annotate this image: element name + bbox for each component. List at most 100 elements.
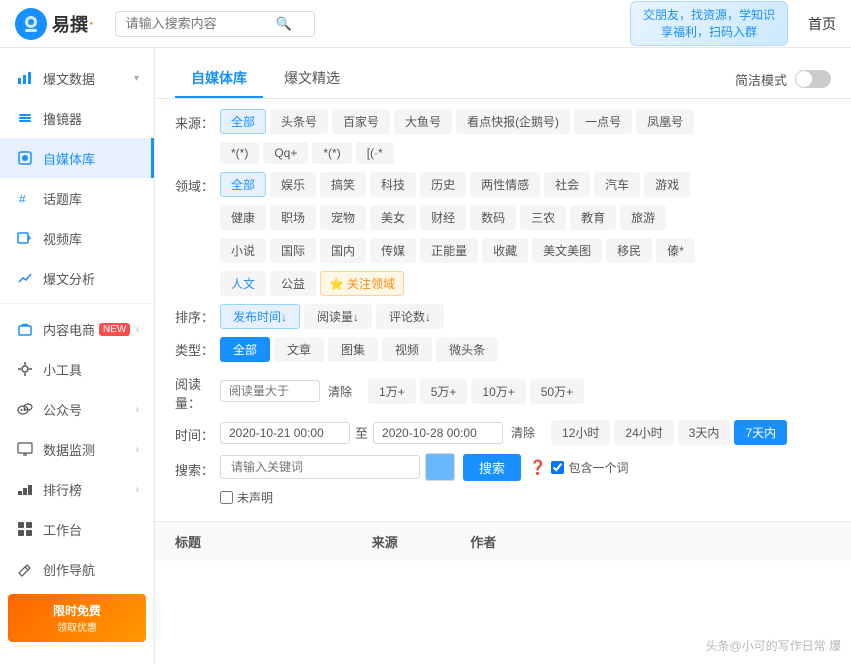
domain-filter-row: 领域： 全部 娱乐 搞笑 科技 历史 两性情感 社会 汽车 游戏: [175, 172, 831, 197]
domain-sm[interactable]: 数码: [470, 205, 516, 230]
source-tag-all[interactable]: 全部: [220, 109, 266, 134]
sidebar-item-tools[interactable]: 小工具: [0, 349, 154, 389]
type-btn-microtoutiao[interactable]: 微头条: [436, 337, 498, 362]
time-start-input[interactable]: [220, 422, 350, 444]
domain-xs[interactable]: 小说: [220, 238, 266, 263]
color-select[interactable]: [425, 453, 455, 481]
source-tag-r1[interactable]: *(*): [220, 142, 259, 164]
header-search-icon[interactable]: 🔍: [276, 16, 292, 32]
sort-btn-read[interactable]: 阅读量↓: [304, 304, 372, 329]
time-12h[interactable]: 12小时: [551, 420, 610, 445]
domain-cm[interactable]: 传媒: [370, 238, 416, 263]
domain-options-3: 小说 国际 国内 传媒 正能量 收藏 美文美图 移民 傣*: [220, 238, 831, 263]
domain-gy[interactable]: 公益: [270, 271, 316, 296]
main-layout: 爆文数据 ▾ 撸镜器 自媒体库 # 话题库: [0, 48, 851, 664]
sidebar-label-creation: 创作导航: [43, 560, 95, 579]
sidebar-label-baowendata: 爆文数据: [43, 69, 95, 88]
domain-tag-all[interactable]: 全部: [220, 172, 266, 197]
domain-sc[interactable]: 收藏: [482, 238, 528, 263]
time-7d[interactable]: 7天内: [734, 420, 787, 445]
undeclared-check[interactable]: 未声明: [220, 489, 273, 506]
sidebar-item-ranking[interactable]: 排行榜 ›: [0, 469, 154, 509]
domain-options: 全部 娱乐 搞笑 科技 历史 两性情感 社会 汽车 游戏: [220, 172, 831, 197]
read-clear-btn[interactable]: 清除: [320, 380, 360, 403]
read-5wan[interactable]: 5万+: [420, 379, 468, 404]
domain-gn[interactable]: 国内: [320, 238, 366, 263]
source-tag-kandian[interactable]: 看点快报(企鹅号): [456, 109, 570, 134]
sidebar-item-baowen[interactable]: 爆文分析: [0, 258, 154, 298]
domain-zny[interactable]: 正能量: [420, 238, 478, 263]
sidebar-item-ziweiti[interactable]: 自媒体库: [0, 138, 154, 178]
domain-tag-yule[interactable]: 娱乐: [270, 172, 316, 197]
sidebar-item-shipinku[interactable]: 视频库: [0, 218, 154, 258]
help-icon[interactable]: ❓: [529, 459, 546, 476]
sidebar-item-huatiku[interactable]: # 话题库: [0, 178, 154, 218]
sidebar-item-creation[interactable]: 创作导航: [0, 549, 154, 589]
type-btn-all[interactable]: 全部: [220, 337, 270, 362]
tab-baowenjingxuan[interactable]: 爆文精选: [268, 60, 356, 98]
source-tag-fenghuang[interactable]: 凤凰号: [636, 109, 694, 134]
sidebar-label-ziweiti: 自媒体库: [43, 149, 95, 168]
domain-tag-lishi[interactable]: 历史: [420, 172, 466, 197]
domain-rw[interactable]: 人文: [220, 271, 266, 296]
source-tag-r2[interactable]: Qq+: [263, 142, 308, 164]
type-label: 类型：: [175, 340, 220, 359]
domain-tag-shehui[interactable]: 社会: [544, 172, 590, 197]
sidebar-item-workspace[interactable]: 工作台: [0, 509, 154, 549]
time-clear-btn[interactable]: 清除: [503, 421, 543, 444]
source-tag-yidian[interactable]: 一点号: [574, 109, 632, 134]
attention-tag[interactable]: ⭐ 关注领域: [320, 271, 404, 296]
source-tag-toutiao[interactable]: 头条号: [270, 109, 328, 134]
header-search[interactable]: 🔍: [115, 11, 315, 37]
sidebar-item-ecommerce[interactable]: 内容电商 NEW ›: [0, 309, 154, 349]
domain-jk[interactable]: 健康: [220, 205, 266, 230]
simple-mode-toggle[interactable]: 简洁模式: [735, 70, 831, 89]
sort-btn-time[interactable]: 发布时间↓: [220, 304, 300, 329]
undeclared-checkbox[interactable]: [220, 491, 233, 504]
type-btn-article[interactable]: 文章: [274, 337, 324, 362]
domain-jy[interactable]: 教育: [570, 205, 616, 230]
domain-tag-liangxing[interactable]: 两性情感: [470, 172, 540, 197]
domain-tag-qiche[interactable]: 汽车: [594, 172, 640, 197]
domain-other[interactable]: 傣*: [656, 238, 695, 263]
domain-gj[interactable]: 国际: [270, 238, 316, 263]
toggle-switch[interactable]: [795, 70, 831, 88]
domain-cw[interactable]: 宠物: [320, 205, 366, 230]
header-search-input[interactable]: [126, 16, 276, 31]
source-tag-dayu[interactable]: 大鱼号: [394, 109, 452, 134]
read-50wan[interactable]: 50万+: [530, 379, 584, 404]
time-end-input[interactable]: [373, 422, 503, 444]
domain-sn[interactable]: 三农: [520, 205, 566, 230]
sidebar-item-gongzhong[interactable]: 公众号 ›: [0, 389, 154, 429]
tab-ziwei[interactable]: 自媒体库: [175, 60, 263, 98]
domain-tag-gaoxiao[interactable]: 搞笑: [320, 172, 366, 197]
domain-cj[interactable]: 财经: [420, 205, 466, 230]
domain-mwmt[interactable]: 美文美图: [532, 238, 602, 263]
include-word-checkbox[interactable]: [551, 461, 564, 474]
promo-banner[interactable]: 限时免费 领取优惠: [8, 594, 146, 642]
source-tag-baijia[interactable]: 百家号: [332, 109, 390, 134]
sidebar-item-pingjijing[interactable]: 撸镜器: [0, 98, 154, 138]
read-10wan[interactable]: 10万+: [471, 379, 525, 404]
read-input[interactable]: [220, 380, 320, 402]
source-tag-r3[interactable]: *(*): [312, 142, 351, 164]
domain-ym[interactable]: 移民: [606, 238, 652, 263]
time-3d[interactable]: 3天内: [678, 420, 731, 445]
time-24h[interactable]: 24小时: [614, 420, 673, 445]
include-word-check[interactable]: 包含一个词: [551, 459, 628, 476]
sort-btn-comment[interactable]: 评论数↓: [376, 304, 444, 329]
domain-zc[interactable]: 职场: [270, 205, 316, 230]
domain-mn[interactable]: 美女: [370, 205, 416, 230]
domain-ly[interactable]: 旅游: [620, 205, 666, 230]
keyword-input[interactable]: [220, 455, 420, 479]
domain-tag-youxi[interactable]: 游戏: [644, 172, 690, 197]
type-btn-gallery[interactable]: 图集: [328, 337, 378, 362]
type-btn-video[interactable]: 视频: [382, 337, 432, 362]
sidebar-item-monitor[interactable]: 数据监测 ›: [0, 429, 154, 469]
sidebar-item-baowendata[interactable]: 爆文数据 ▾: [0, 58, 154, 98]
domain-tag-keji[interactable]: 科技: [370, 172, 416, 197]
search-button[interactable]: 搜索: [463, 454, 521, 481]
read-1wan[interactable]: 1万+: [368, 379, 416, 404]
home-nav[interactable]: 首页: [808, 14, 836, 34]
source-tag-r4[interactable]: [(·*: [356, 142, 394, 164]
